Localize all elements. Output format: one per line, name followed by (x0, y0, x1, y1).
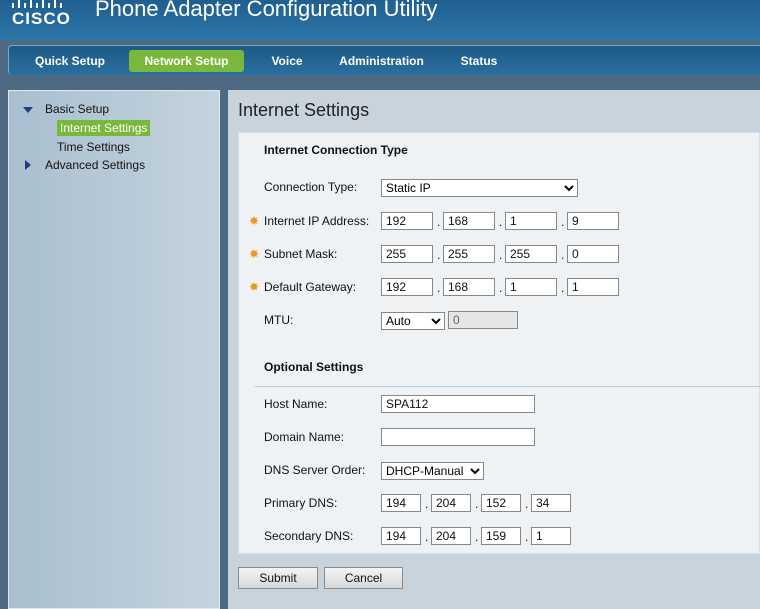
subnet-octet-3[interactable] (505, 245, 557, 263)
gateway-octet-2[interactable] (443, 278, 495, 296)
sidebar: Basic Setup Internet Settings Time Setti… (8, 90, 220, 609)
brand-name: CISCO (12, 9, 71, 28)
secondary-dns-octet-3[interactable] (481, 527, 521, 545)
required-star-icon: ✸ (249, 214, 260, 228)
app-header: CISCO Phone Adapter Configuration Utilit… (0, 0, 760, 40)
app-title: Phone Adapter Configuration Utility (95, 0, 438, 21)
cancel-button[interactable]: Cancel (324, 567, 403, 589)
tab-quick-setup[interactable]: Quick Setup (23, 50, 117, 72)
subnet-octet-1[interactable] (381, 245, 433, 263)
connection-type-label: Connection Type: (264, 180, 358, 194)
settings-panel: Internet Connection Type Connection Type… (238, 132, 760, 554)
primary-dns-octet-4[interactable] (531, 494, 571, 512)
dns-order-label: DNS Server Order: (264, 463, 366, 477)
expand-arrow-icon[interactable] (23, 107, 33, 113)
sidebar-item-internet-settings[interactable]: Internet Settings (57, 120, 151, 136)
page-title: Internet Settings (238, 100, 370, 120)
sidebar-item-time-settings[interactable]: Time Settings (57, 140, 130, 154)
primary-dns-octet-2[interactable] (431, 494, 471, 512)
domain-name-input[interactable] (381, 428, 535, 446)
gateway-octet-3[interactable] (505, 278, 557, 296)
subnet-octet-2[interactable] (443, 245, 495, 263)
gateway-octet-1[interactable] (381, 278, 433, 296)
primary-dns-label: Primary DNS: (264, 496, 338, 510)
ip-octet-1[interactable] (381, 212, 433, 230)
gateway-label: Default Gateway: (264, 280, 357, 294)
ip-address-label: Internet IP Address: (264, 214, 370, 228)
dns-order-select[interactable]: DHCP-Manual (381, 462, 484, 480)
tab-voice[interactable]: Voice (257, 50, 317, 72)
ip-octet-3[interactable] (505, 212, 557, 230)
tab-administration[interactable]: Administration (329, 50, 434, 72)
secondary-dns-label: Secondary DNS: (264, 529, 354, 543)
primary-dns-octet-1[interactable] (381, 494, 421, 512)
mtu-mode-select[interactable]: Auto (381, 312, 445, 330)
tab-network-setup[interactable]: Network Setup (129, 50, 244, 72)
connection-type-select[interactable]: Static IP (381, 179, 578, 197)
secondary-dns-octet-4[interactable] (531, 527, 571, 545)
host-name-label: Host Name: (264, 397, 328, 411)
main-content: Internet Settings Internet Connection Ty… (228, 90, 760, 609)
required-star-icon: ✸ (249, 280, 260, 294)
tab-status[interactable]: Status (449, 50, 509, 72)
host-name-input[interactable] (381, 395, 535, 413)
gateway-octet-4[interactable] (567, 278, 619, 296)
sidebar-item-basic-setup[interactable]: Basic Setup (45, 102, 109, 116)
mtu-label: MTU: (264, 313, 294, 327)
required-star-icon: ✸ (249, 247, 260, 261)
primary-dns-octet-3[interactable] (481, 494, 521, 512)
secondary-dns-octet-2[interactable] (431, 527, 471, 545)
main-nav: Quick Setup Network Setup Voice Administ… (8, 45, 760, 75)
ip-octet-2[interactable] (443, 212, 495, 230)
secondary-dns-octet-1[interactable] (381, 527, 421, 545)
section-title-connection: Internet Connection Type (264, 143, 408, 157)
subnet-mask-label: Subnet Mask: (264, 247, 338, 261)
ip-octet-4[interactable] (567, 212, 619, 230)
sidebar-item-advanced-settings[interactable]: Advanced Settings (45, 158, 145, 172)
mtu-value-field (448, 311, 518, 329)
section-divider (255, 386, 760, 387)
submit-button[interactable]: Submit (238, 567, 318, 589)
section-title-optional: Optional Settings (264, 360, 364, 374)
domain-name-label: Domain Name: (264, 430, 345, 444)
subnet-octet-4[interactable] (567, 245, 619, 263)
collapse-arrow-icon[interactable] (25, 160, 31, 170)
